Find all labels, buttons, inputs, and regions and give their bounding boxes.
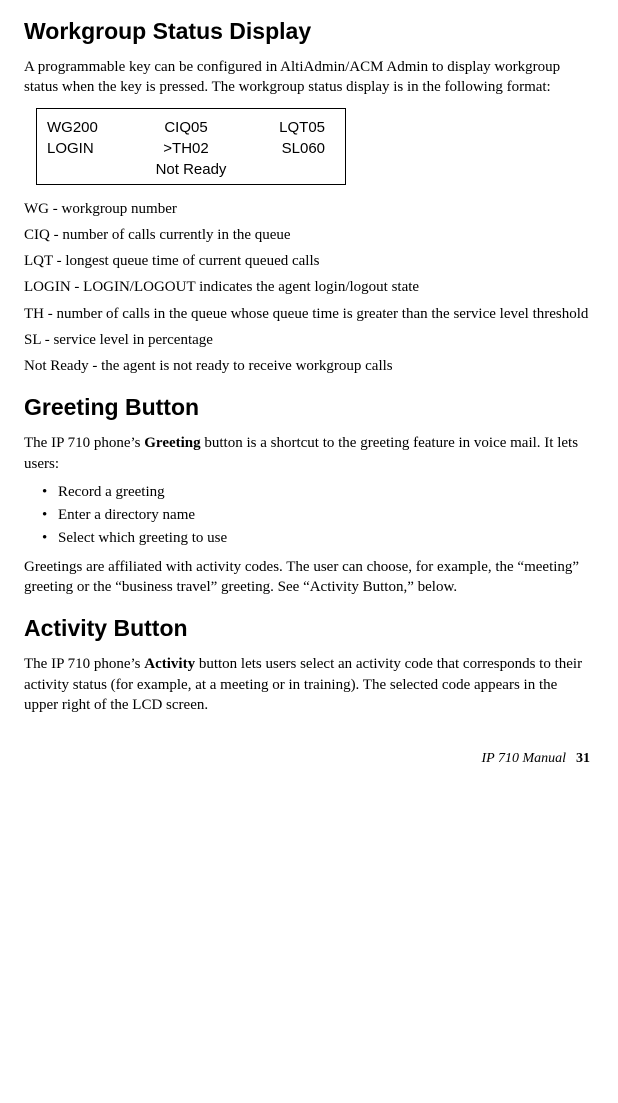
- def-lqt: LQT - longest queue time of current queu…: [24, 251, 594, 271]
- page-footer: IP 710 Manual 31: [24, 751, 594, 767]
- def-notready: Not Ready - the agent is not ready to re…: [24, 356, 594, 376]
- activity-intro-bold: Activity: [144, 656, 195, 672]
- def-login: LOGIN - LOGIN/LOGOUT indicates the agent…: [24, 277, 594, 297]
- footer-page-number: 31: [576, 751, 590, 766]
- heading-workgroup-status-display: Workgroup Status Display: [24, 18, 594, 45]
- status-row-2: LOGIN >TH02 SL060: [47, 140, 335, 157]
- paragraph-greeting-outro: Greetings are affiliated with activity c…: [24, 557, 594, 598]
- footer-manual-title: IP 710 Manual: [481, 751, 566, 766]
- bullet-enter-directory: Enter a directory name: [58, 507, 195, 523]
- heading-greeting-button: Greeting Button: [24, 394, 594, 421]
- heading-activity-button: Activity Button: [24, 615, 594, 642]
- paragraph-activity-intro: The IP 710 phone’s Activity button lets …: [24, 654, 594, 715]
- status-cell-lqt: LQT05: [232, 119, 335, 136]
- list-item: Record a greeting: [44, 484, 594, 501]
- workgroup-status-box: WG200 CIQ05 LQT05 LOGIN >TH02 SL060 Not …: [36, 108, 346, 185]
- bullet-select-greeting: Select which greeting to use: [58, 530, 227, 546]
- status-cell-login: LOGIN: [47, 140, 140, 157]
- status-cell-th: >TH02: [140, 140, 233, 157]
- greeting-intro-pre: The IP 710 phone’s: [24, 435, 144, 451]
- def-th: TH - number of calls in the queue whose …: [24, 304, 594, 324]
- list-item: Select which greeting to use: [44, 530, 594, 547]
- def-wg: WG - workgroup number: [24, 199, 594, 219]
- status-row-1: WG200 CIQ05 LQT05: [47, 119, 335, 136]
- greeting-intro-bold: Greeting: [144, 435, 200, 451]
- status-cell-wg: WG200: [47, 119, 140, 136]
- status-cell-ciq: CIQ05: [140, 119, 233, 136]
- bullet-record-greeting: Record a greeting: [58, 484, 165, 500]
- paragraph-workgroup-intro: A programmable key can be configured in …: [24, 57, 594, 98]
- status-cell-sl: SL060: [232, 140, 335, 157]
- page-content: Workgroup Status Display A programmable …: [0, 0, 618, 787]
- status-row-3: Not Ready: [47, 161, 335, 178]
- activity-intro-pre: The IP 710 phone’s: [24, 656, 144, 672]
- def-ciq: CIQ - number of calls currently in the q…: [24, 225, 594, 245]
- paragraph-greeting-intro: The IP 710 phone’s Greeting button is a …: [24, 433, 594, 474]
- greeting-bullet-list: Record a greeting Enter a directory name…: [24, 484, 594, 547]
- list-item: Enter a directory name: [44, 507, 594, 524]
- def-sl: SL - service level in percentage: [24, 330, 594, 350]
